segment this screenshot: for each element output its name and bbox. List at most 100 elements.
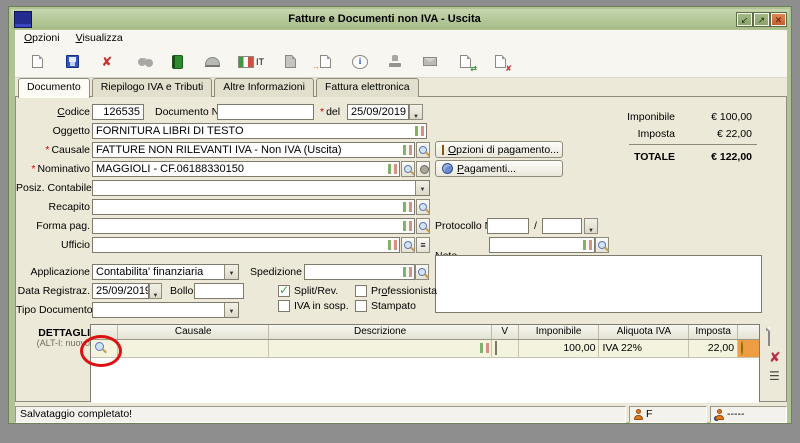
field-flag-icon <box>403 202 412 212</box>
chevron-down-icon[interactable] <box>224 265 238 279</box>
delete-icon[interactable]: ✘ <box>98 53 116 71</box>
statusbar-session-panel: ----- <box>710 406 787 423</box>
export-icon[interactable]: → <box>316 53 334 71</box>
del-date-dropdown-icon[interactable] <box>409 104 423 120</box>
spedizione-field[interactable] <box>304 264 415 280</box>
ufficio-field[interactable] <box>92 237 400 253</box>
nominativo-record-icon[interactable] <box>416 161 430 177</box>
row-aliquota-iva[interactable]: IVA 22% <box>599 340 689 357</box>
stampato-checkbox[interactable] <box>355 300 367 312</box>
protocollo-dropdown-icon[interactable] <box>584 218 598 234</box>
col-imposta[interactable]: Imposta <box>689 325 738 339</box>
posiz-contabile-select[interactable] <box>92 180 430 196</box>
data-registraz-dropdown-icon[interactable] <box>149 283 162 299</box>
italian-flag-icon[interactable]: IT <box>238 53 264 71</box>
codice-label: Codice <box>16 104 90 120</box>
table-row[interactable]: 100,00 IVA 22% 22,00 <box>91 340 759 358</box>
col-imponibile[interactable]: Imponibile <box>519 325 600 339</box>
applicazione-label: Applicazione <box>16 264 90 280</box>
grid-empty-area <box>91 358 759 403</box>
col-descrizione[interactable]: Descrizione <box>269 325 491 339</box>
del-date-field[interactable]: 25/09/2019 <box>347 104 409 120</box>
col-action <box>738 325 759 339</box>
ufficio-list-icon[interactable]: ≡ <box>416 237 430 253</box>
statusbar-user-panel: F <box>629 406 707 423</box>
split-rev-checkbox[interactable] <box>278 285 290 297</box>
col-aliquota-iva[interactable]: Aliquota IVA <box>599 325 689 339</box>
pagamenti-button[interactable]: Pagamenti... <box>435 160 563 177</box>
menu-visualizza[interactable]: Visualizza <box>76 32 123 44</box>
causale-required-mark: * <box>45 144 49 156</box>
nominativo-search-icon[interactable] <box>401 161 415 177</box>
titlebar[interactable]: Fatture e Documenti non IVA - Uscita <box>11 9 789 29</box>
opzioni-pagamento-button[interactable]: Opzioni di pagamento... <box>435 141 563 158</box>
xml-delete-icon[interactable]: ✘ <box>491 53 509 71</box>
tab-riepilogo-iva[interactable]: Riepilogo IVA e Tributi <box>92 78 213 97</box>
tab-strip: Documento Riepilogo IVA e Tributi Altre … <box>18 78 421 98</box>
binder-icon[interactable] <box>168 53 186 71</box>
maximize-icon[interactable] <box>754 13 769 26</box>
user-info-icon <box>715 409 724 420</box>
nominativo-field[interactable]: MAGGIOLI - CF.06188330150 <box>92 161 400 177</box>
minimize-icon[interactable] <box>737 13 752 26</box>
recapito-field[interactable] <box>92 199 415 215</box>
money-bag-icon <box>741 341 743 355</box>
protocollo-field-2[interactable] <box>542 218 582 234</box>
imposta-value: € 22,00 <box>652 127 752 141</box>
tipo-documento-select[interactable] <box>92 302 239 318</box>
new-document-icon[interactable] <box>28 53 46 71</box>
save-icon[interactable] <box>63 53 81 71</box>
codice-field[interactable]: 126535 <box>92 104 144 120</box>
binoculars-icon[interactable] <box>133 53 151 71</box>
stamp-icon[interactable] <box>386 53 404 71</box>
row-menu-icon[interactable]: ☰ <box>769 371 780 381</box>
field-flag-icon <box>388 164 397 174</box>
note-textarea[interactable] <box>435 255 762 313</box>
recapito-search-icon[interactable] <box>416 199 430 215</box>
chevron-down-icon[interactable] <box>224 303 238 317</box>
professionista-checkbox[interactable] <box>355 285 367 297</box>
envelope-icon[interactable] <box>421 53 439 71</box>
menu-opzioni[interactable]: Opzioni <box>24 32 60 44</box>
right-lookup-field[interactable] <box>489 237 595 253</box>
row-payments-cell[interactable] <box>738 340 759 357</box>
close-icon[interactable] <box>771 13 786 26</box>
app-window: Fatture e Documenti non IVA - Uscita Opz… <box>8 6 792 424</box>
col-causale[interactable]: Causale <box>118 325 270 339</box>
iva-in-sosp-checkbox[interactable] <box>278 300 290 312</box>
forma-pag-search-icon[interactable] <box>416 218 430 234</box>
field-flag-icon <box>403 221 412 231</box>
totals-divider <box>629 144 757 145</box>
row-causale[interactable] <box>118 340 270 357</box>
applicazione-select[interactable]: Contabilita' finanziaria <box>92 264 239 280</box>
add-row-icon[interactable] <box>768 328 770 346</box>
camera-icon[interactable] <box>203 53 221 71</box>
forma-pag-field[interactable] <box>92 218 415 234</box>
spedizione-search-icon[interactable] <box>415 264 429 280</box>
bollo-field[interactable] <box>194 283 244 299</box>
tab-documento[interactable]: Documento <box>18 78 90 98</box>
data-registraz-field[interactable]: 25/09/2019 <box>92 283 149 299</box>
ufficio-search-icon[interactable] <box>401 237 415 253</box>
causale-search-icon[interactable] <box>416 142 430 158</box>
tab-altre-informazioni[interactable]: Altre Informazioni <box>214 78 314 97</box>
row-imponibile[interactable]: 100,00 <box>519 340 600 357</box>
del-label: del <box>326 106 340 118</box>
oggetto-field[interactable]: FORNITURA LIBRI DI TESTO <box>92 123 427 139</box>
col-v[interactable]: V <box>492 325 519 339</box>
row-descrizione[interactable] <box>269 340 491 357</box>
copy-icon[interactable] <box>281 53 299 71</box>
posiz-contabile-label: Posiz. Contabile <box>16 180 90 196</box>
chevron-down-icon[interactable] <box>415 181 429 195</box>
tab-fattura-elettronica[interactable]: Fattura elettronica <box>316 78 419 97</box>
documento-n-field[interactable] <box>217 104 314 120</box>
xml-import-icon[interactable]: ⇄ <box>456 53 474 71</box>
delete-row-icon[interactable]: ✘ <box>769 350 781 364</box>
info-icon[interactable]: i <box>351 53 369 71</box>
right-lookup-search-icon[interactable] <box>595 237 609 253</box>
field-flag-icon <box>583 240 592 250</box>
row-v-checkbox[interactable] <box>495 341 497 355</box>
causale-field[interactable]: FATTURE NON RILEVANTI IVA - Non IVA (Usc… <box>92 142 415 158</box>
row-imposta[interactable]: 22,00 <box>689 340 738 357</box>
protocollo-field-1[interactable] <box>487 218 529 234</box>
